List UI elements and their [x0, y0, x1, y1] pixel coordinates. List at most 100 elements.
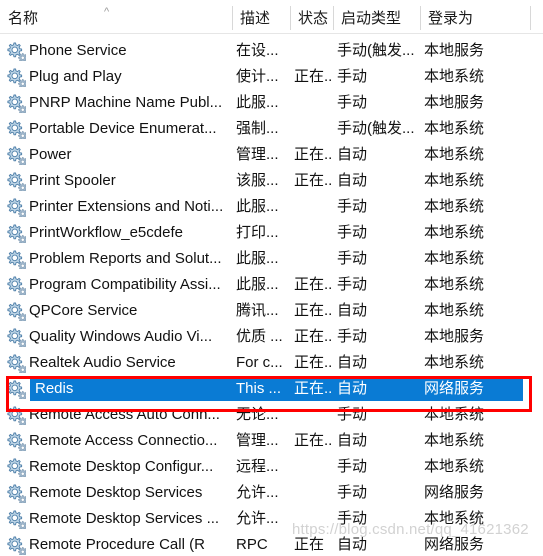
table-row[interactable]: Print Spooler 该服... 正在... 自动 本地系统 — [0, 168, 543, 194]
cell-service-name: Print Spooler — [29, 172, 116, 189]
cell-service-name: Power — [29, 146, 72, 163]
table-row[interactable]: Problem Reports and Solut... 此服... 手动 本地系统 — [0, 246, 543, 272]
cell-description: 优质 ... — [236, 328, 283, 345]
cell-description: 该服... — [236, 172, 279, 189]
cell-startup-type: 手动 — [337, 484, 368, 501]
cell-description: 此服... — [236, 276, 279, 293]
cell-description: 此服... — [236, 198, 279, 215]
cell-description: 无论... — [236, 406, 279, 423]
table-row[interactable]: Printer Extensions and Noti... 此服... 手动 本地系… — [0, 194, 543, 220]
cell-startup-type: 自动 — [337, 380, 368, 397]
cell-service-name: Remote Desktop Services — [29, 484, 203, 501]
column-header-startup-type[interactable]: 启动类型 — [333, 0, 420, 34]
cell-service-name: Problem Reports and Solut... — [29, 250, 222, 267]
cell-status: 正在... — [294, 380, 333, 397]
table-row[interactable]: Realtek Audio Service For c... 正在... 自动 本地系统 — [0, 350, 543, 376]
cell-description: 使计... — [236, 68, 279, 85]
cell-log-on-as: 本地系统 — [424, 172, 485, 189]
cell-log-on-as: 网络服务 — [424, 380, 485, 397]
cell-status: 正在... — [294, 146, 333, 163]
cell-description: 腾讯... — [236, 302, 279, 319]
cell-log-on-as: 本地系统 — [424, 432, 485, 449]
cell-log-on-as: 本地系统 — [424, 302, 485, 319]
cell-log-on-as: 本地服务 — [424, 328, 485, 345]
watermark-text: https://blog.csdn.net/qq_41621362 — [292, 521, 529, 538]
cell-status: 正在... — [294, 172, 333, 189]
column-header-description[interactable]: 描述 — [232, 0, 290, 34]
cell-startup-type: 手动 — [337, 328, 368, 345]
table-row[interactable]: Program Compatibility Assi... 此服... 正在... 手… — [0, 272, 543, 298]
caret-up-icon: ^ — [104, 6, 110, 18]
services-rows[interactable]: Phone Service 在设... 手动(触发... 本地服务 Plug and P… — [0, 38, 543, 556]
cell-description: 远程... — [236, 458, 279, 475]
cell-startup-type: 自动 — [337, 172, 368, 189]
table-row[interactable]: PrintWorkflow_e5cdefe 打印... 手动 本地系统 — [0, 220, 543, 246]
table-row[interactable]: PNRP Machine Name Publ... 此服... 手动 本地服务 — [0, 90, 543, 116]
cell-log-on-as: 本地服务 — [424, 42, 485, 59]
cell-startup-type: 手动(触发... — [337, 120, 415, 137]
table-row[interactable]: Quality Windows Audio Vi... 优质 ... 正在... 手动… — [0, 324, 543, 350]
cell-status: 正在... — [294, 328, 333, 345]
table-row[interactable]: Portable Device Enumerat... 强制... 手动(触发...… — [0, 116, 543, 142]
table-row[interactable]: Plug and Play 使计... 正在... 手动 本地系统 — [0, 64, 543, 90]
column-header-status[interactable]: 状态 — [290, 0, 333, 34]
table-row[interactable]: Remote Desktop Configur... 远程... 手动 本地系统 — [0, 454, 543, 480]
cell-status: 正在... — [294, 276, 333, 293]
column-header-startup-type-label: 启动类型 — [341, 9, 402, 27]
cell-startup-type: 手动 — [337, 94, 368, 111]
cell-description: 管理... — [236, 146, 279, 163]
cell-service-name: Remote Access Auto Conn... — [29, 406, 220, 423]
column-header-name-label: 名称 — [8, 9, 39, 27]
table-row[interactable]: Power 管理... 正在... 自动 本地系统 — [0, 142, 543, 168]
cell-status — [290, 90, 333, 116]
column-header-log-on-as[interactable]: 登录为 — [420, 0, 530, 34]
table-row[interactable]: Remote Access Connectio... 管理... 正在... 自动 本地… — [0, 428, 543, 454]
table-row[interactable]: Phone Service 在设... 手动(触发... 本地服务 — [0, 38, 543, 64]
cell-description: 允许... — [236, 484, 279, 501]
cell-status: 正在... — [294, 302, 333, 319]
cell-status — [290, 194, 333, 220]
cell-status — [290, 116, 333, 142]
cell-startup-type: 手动(触发... — [337, 42, 415, 59]
cell-status — [290, 246, 333, 272]
cell-description: 允许... — [236, 510, 279, 527]
cell-status — [290, 38, 333, 64]
table-row[interactable]: QPCore Service 腾讯... 正在... 自动 本地系统 — [0, 298, 543, 324]
cell-service-name: QPCore Service — [29, 302, 138, 319]
cell-description: This ... — [236, 380, 282, 397]
column-header-name[interactable]: 名称 ^ — [0, 0, 232, 34]
cell-service-name: PrintWorkflow_e5cdefe — [29, 224, 183, 241]
cell-startup-type: 手动 — [337, 406, 368, 423]
cell-service-name: Realtek Audio Service — [29, 354, 176, 371]
header-underline — [0, 33, 543, 34]
table-row[interactable]: Redis This ... 正在... 自动 网络服务 — [0, 376, 543, 402]
cell-log-on-as: 本地系统 — [424, 198, 485, 215]
cell-description: 在设... — [236, 42, 279, 59]
table-row[interactable]: Remote Desktop Services 允许... 手动 网络服务 — [0, 480, 543, 506]
cell-description: 打印... — [236, 224, 279, 241]
cell-service-name: Remote Desktop Services ... — [29, 510, 220, 527]
cell-description: 强制... — [236, 120, 279, 137]
cell-log-on-as: 本地系统 — [424, 146, 485, 163]
cell-service-name: Phone Service — [29, 42, 127, 59]
cell-status: 正在... — [294, 68, 333, 85]
cell-startup-type: 手动 — [337, 198, 368, 215]
cell-status — [290, 454, 333, 480]
cell-service-name: Remote Procedure Call (R — [29, 536, 205, 553]
cell-log-on-as: 本地系统 — [424, 354, 485, 371]
table-row[interactable]: Remote Access Auto Conn... 无论... 手动 本地系统 — [0, 402, 543, 428]
cell-service-name: Printer Extensions and Noti... — [29, 198, 224, 215]
column-header-log-on-as-label: 登录为 — [428, 9, 474, 27]
cell-startup-type: 手动 — [337, 458, 368, 475]
services-list-view: 名称 ^ 描述 状态 启动类型 登录为 Phone Service 在设... 手动… — [0, 0, 543, 556]
cell-description: RPC — [236, 536, 268, 553]
cell-log-on-as: 本地服务 — [424, 94, 485, 111]
cell-description: For c... — [236, 354, 283, 371]
cell-description: 此服... — [236, 94, 279, 111]
cell-startup-type: 自动 — [337, 432, 368, 449]
column-divider-5[interactable] — [530, 6, 531, 30]
cell-startup-type: 手动 — [337, 224, 368, 241]
cell-service-name: Quality Windows Audio Vi... — [29, 328, 213, 345]
cell-service-name: Remote Desktop Configur... — [29, 458, 214, 475]
cell-service-name: Portable Device Enumerat... — [29, 120, 217, 137]
